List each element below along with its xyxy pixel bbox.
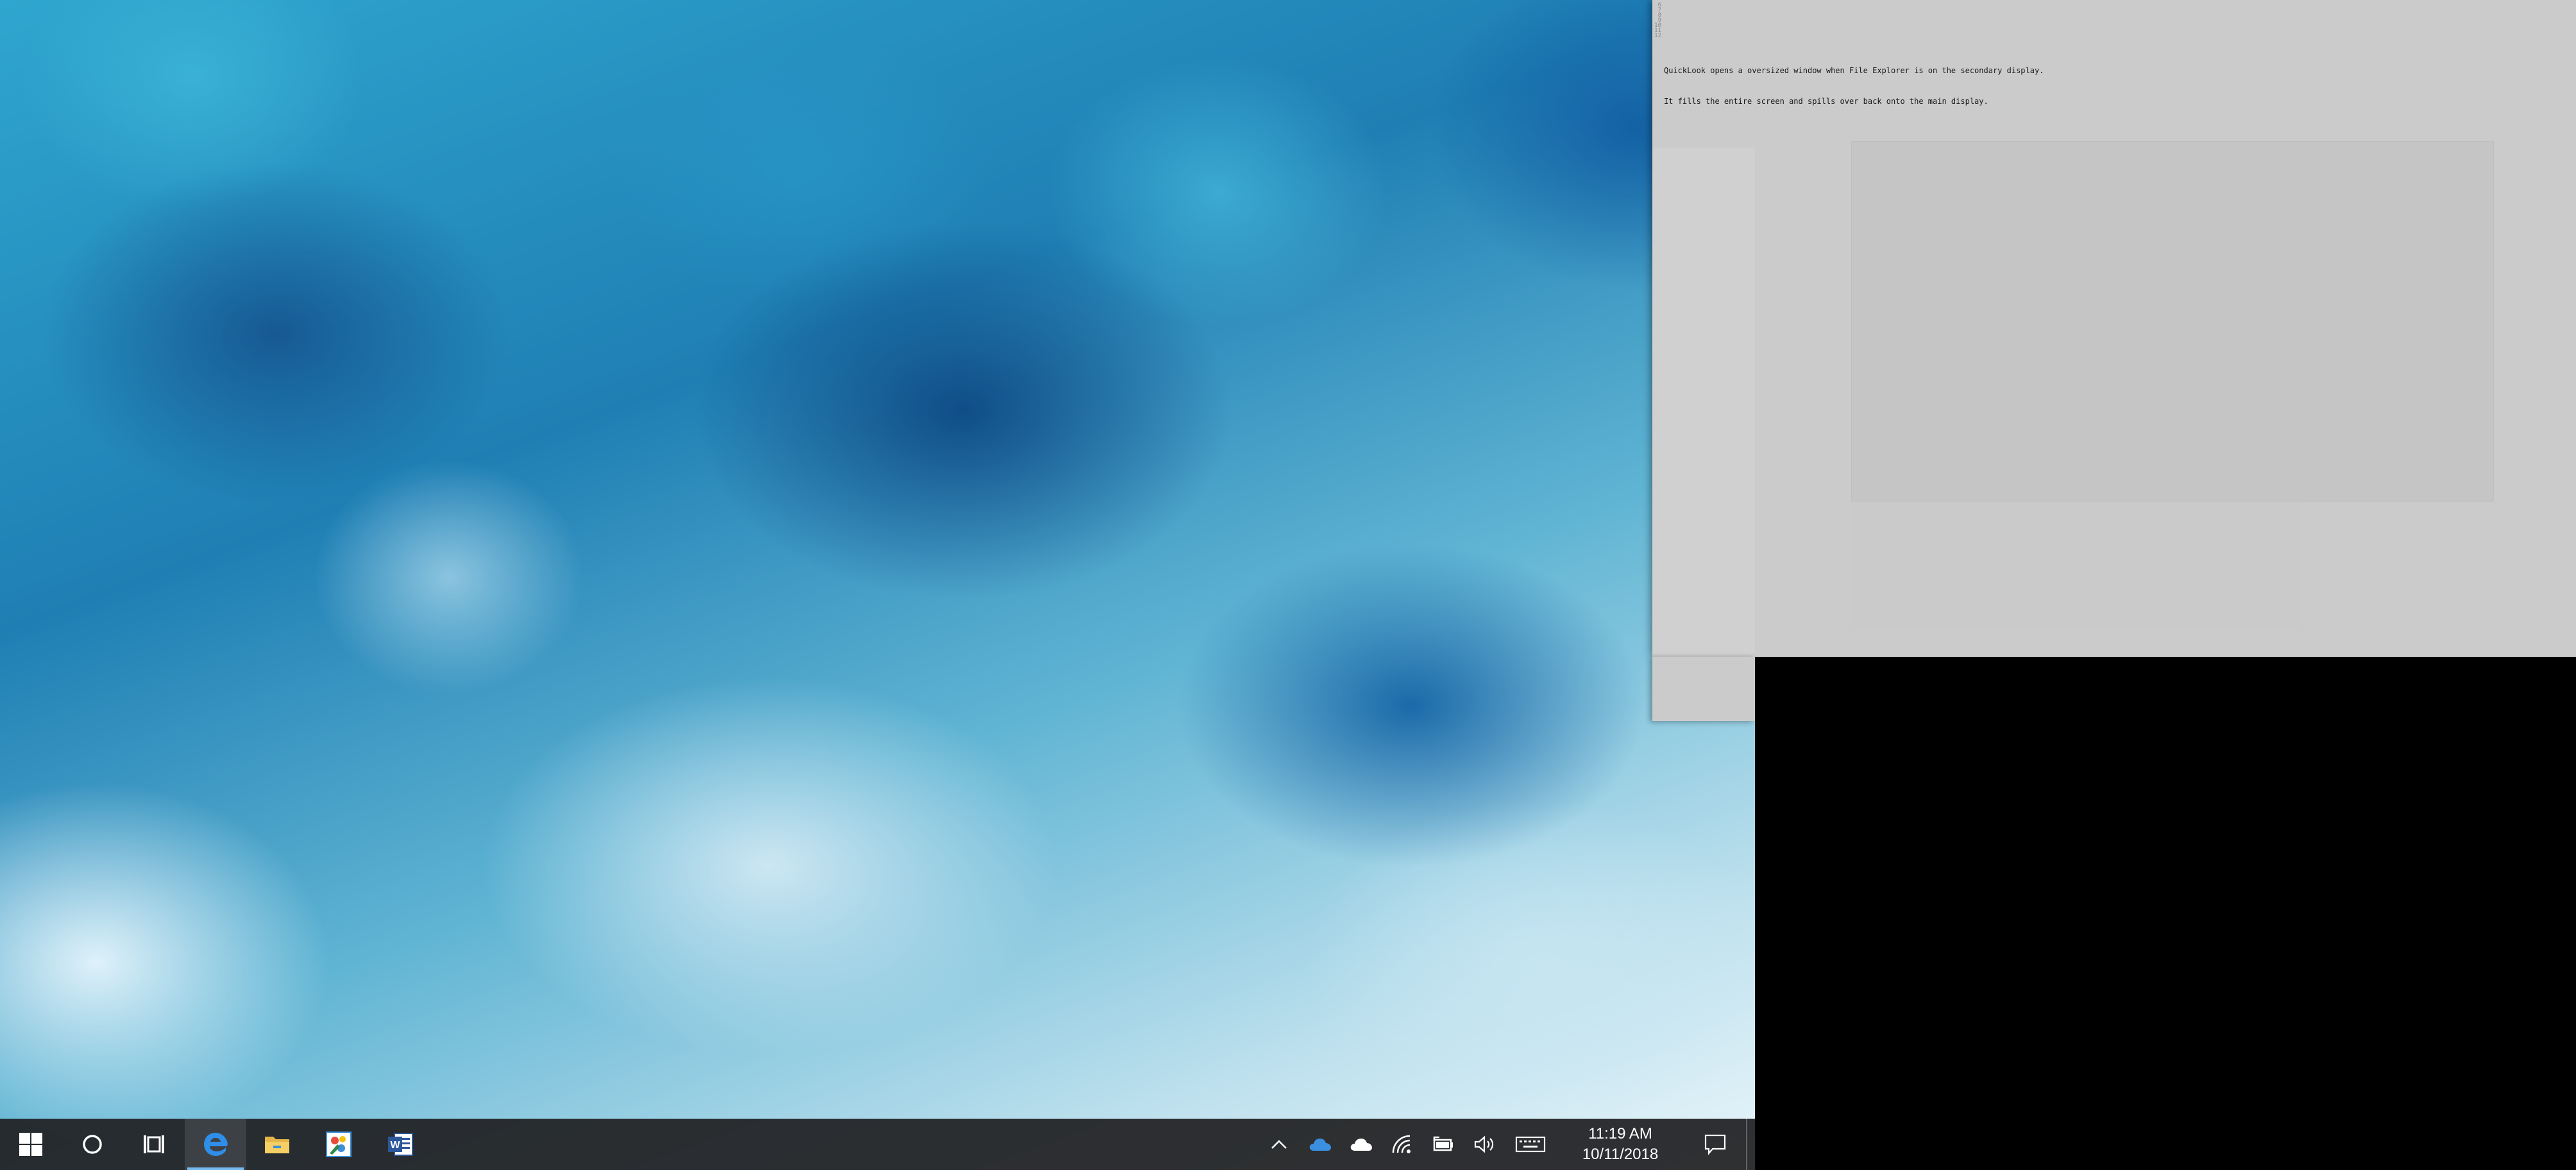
volume-icon bbox=[1474, 1135, 1494, 1153]
onedrive-white-button[interactable] bbox=[1341, 1119, 1382, 1170]
quicklook-text-line-1: QuickLook opens a oversized window when … bbox=[1664, 66, 2044, 75]
taskbar-app-file-explorer[interactable] bbox=[246, 1119, 308, 1170]
quicklook-text-line-2: It fills the entire screen and spills ov… bbox=[1664, 97, 1988, 106]
battery-button[interactable] bbox=[1423, 1119, 1464, 1170]
taskbar: W 11:19 AM 10/11/2018 bbox=[0, 1119, 1755, 1170]
battery-icon bbox=[1433, 1136, 1453, 1151]
chevron-up-icon bbox=[1271, 1140, 1287, 1149]
quicklook-window-spillover bbox=[1652, 657, 1755, 721]
paint-app-icon bbox=[326, 1132, 352, 1157]
secondary-display-area bbox=[1755, 657, 2576, 1170]
word-icon: W bbox=[388, 1133, 413, 1156]
quicklook-preview-ghost-lower bbox=[1851, 500, 2300, 629]
keyboard-icon bbox=[1515, 1136, 1546, 1153]
quicklook-line-gutter: 6 7 8 9 10 11 12 bbox=[1652, 0, 1661, 77]
cortana-search-button[interactable] bbox=[62, 1119, 123, 1170]
volume-button[interactable] bbox=[1464, 1119, 1505, 1170]
network-button[interactable] bbox=[1382, 1119, 1423, 1170]
task-view-icon bbox=[144, 1135, 164, 1153]
taskbar-app-edge[interactable] bbox=[185, 1119, 246, 1170]
wifi-icon bbox=[1392, 1135, 1411, 1153]
touch-keyboard-button[interactable] bbox=[1505, 1119, 1556, 1170]
quicklook-text-content: QuickLook opens a oversized window when … bbox=[1664, 45, 2044, 127]
screen: W 11:19 AM 10/11/2018 6 7 8 9 10 11 12 Q… bbox=[0, 0, 2576, 1170]
clock-time: 11:19 AM bbox=[1588, 1125, 1652, 1142]
show-hidden-icons-button[interactable] bbox=[1258, 1119, 1300, 1170]
show-desktop-button[interactable] bbox=[1746, 1119, 1755, 1170]
onedrive-blue-button[interactable] bbox=[1300, 1119, 1341, 1170]
onedrive-blue-icon bbox=[1309, 1139, 1331, 1151]
gutter-line: 12 bbox=[1654, 33, 1661, 39]
svg-text:W: W bbox=[390, 1140, 400, 1151]
onedrive-white-icon bbox=[1350, 1139, 1372, 1151]
system-tray: 11:19 AM 10/11/2018 bbox=[1258, 1119, 1755, 1170]
folder-icon bbox=[265, 1137, 289, 1153]
quicklook-preview-ghost bbox=[1851, 141, 2494, 502]
quicklook-window[interactable]: 6 7 8 9 10 11 12 QuickLook opens a overs… bbox=[1652, 0, 2576, 657]
cortana-circle-icon bbox=[83, 1135, 102, 1154]
action-center-button[interactable] bbox=[1684, 1119, 1746, 1170]
start-button[interactable] bbox=[0, 1119, 62, 1170]
desktop-wallpaper[interactable]: W 11:19 AM 10/11/2018 bbox=[0, 0, 1755, 1170]
windows-logo-icon bbox=[19, 1133, 42, 1156]
edge-icon bbox=[204, 1133, 228, 1156]
task-view-button[interactable] bbox=[123, 1119, 185, 1170]
taskbar-clock[interactable]: 11:19 AM 10/11/2018 bbox=[1556, 1119, 1684, 1170]
clock-date: 10/11/2018 bbox=[1582, 1146, 1659, 1163]
action-center-icon bbox=[1704, 1134, 1726, 1155]
taskbar-app-word[interactable]: W bbox=[369, 1119, 431, 1170]
quicklook-left-panel bbox=[1652, 148, 1755, 654]
taskbar-app-paint[interactable] bbox=[308, 1119, 369, 1170]
